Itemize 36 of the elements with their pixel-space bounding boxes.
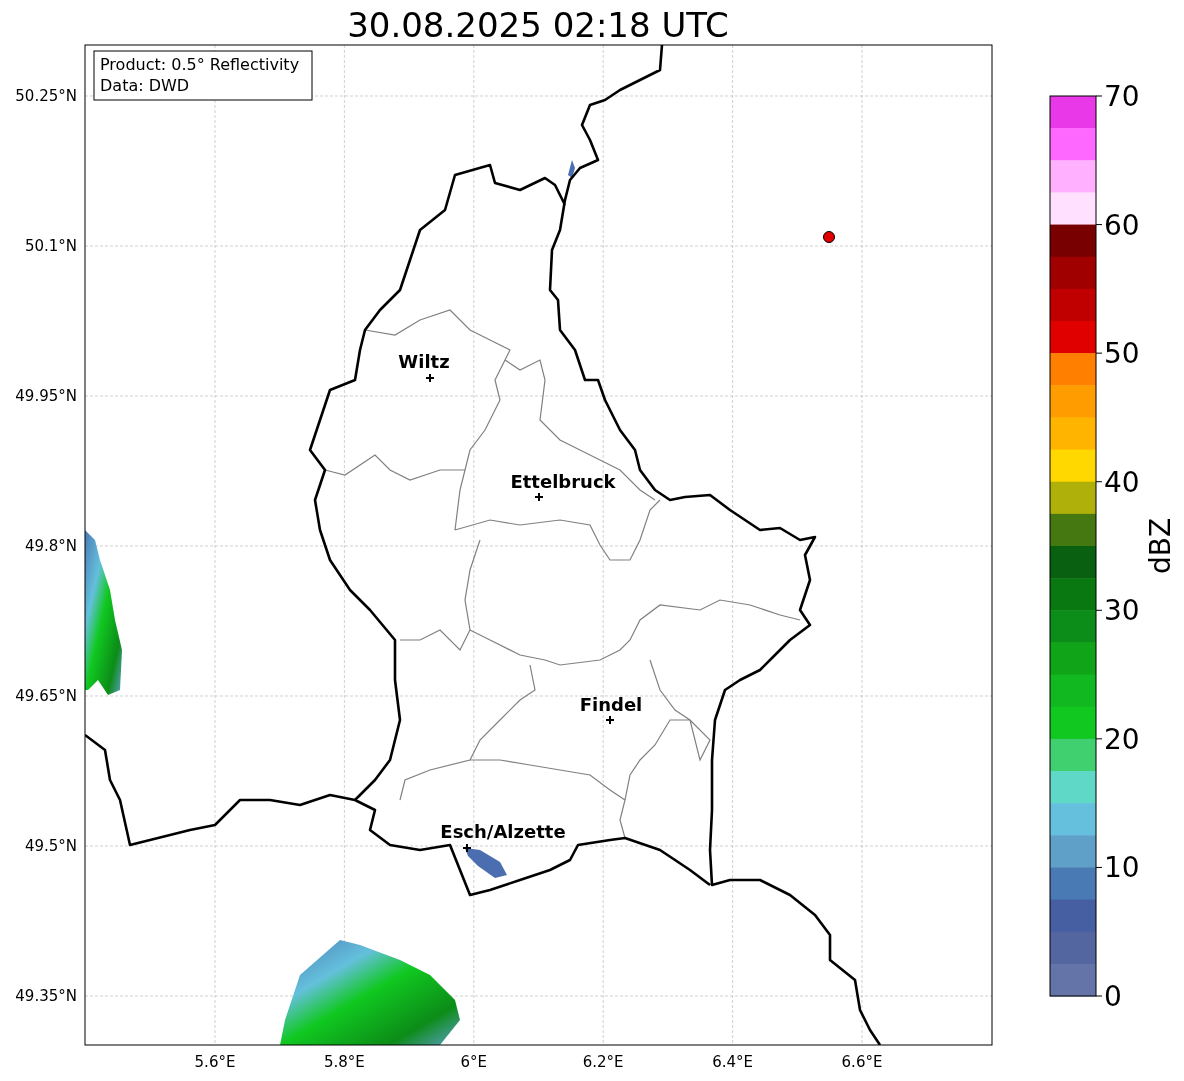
- latitude-label: 50.25°N: [15, 87, 77, 105]
- city-marker-icon: [425, 373, 435, 383]
- city-label: Esch/Alzette: [440, 821, 566, 842]
- colorbar-tick-label: 60: [1104, 208, 1140, 242]
- city-label: Findel: [579, 694, 643, 715]
- colorbar-tick-label: 20: [1104, 722, 1140, 756]
- colorbar-tick-label: 70: [1104, 80, 1140, 113]
- longitude-label: 6.4°E: [712, 1053, 753, 1071]
- longitude-label: 6.6°E: [841, 1053, 883, 1071]
- colorbar-tick-label: 10: [1104, 851, 1140, 885]
- latitude-label: 49.35°N: [15, 987, 77, 1005]
- info-text: Product: 0.5° Reflectivity: [100, 55, 300, 74]
- latitude-label: 49.65°N: [15, 687, 77, 705]
- latitude-label: 49.5°N: [24, 837, 77, 855]
- latitude-label: 49.8°N: [24, 537, 77, 555]
- city-marker-icon: [534, 492, 544, 502]
- radar-echo-drawing: [465, 848, 507, 878]
- colorbar-tick-label: 0: [1104, 980, 1122, 1013]
- city-marker-icon: [462, 843, 472, 853]
- chart-title: 30.08.2025 02:18 UTC: [347, 5, 729, 45]
- colorbar-tick-label: 30: [1104, 594, 1140, 628]
- city-marker-icon: [605, 715, 615, 725]
- longitude-label: 6.2°E: [582, 1053, 624, 1071]
- info-text: Data: DWD: [100, 76, 190, 95]
- longitude-label: 5.6°E: [194, 1053, 236, 1071]
- latitude-label: 49.95°N: [15, 387, 77, 405]
- colorbar-label: dBZ: [1144, 517, 1177, 575]
- city-label: Wiltz: [398, 351, 450, 372]
- colorbar-tick-label: 40: [1104, 465, 1140, 499]
- radar-echo-drawing: [568, 160, 575, 178]
- longitude-label: 5.8°E: [324, 1053, 365, 1071]
- longitude-label: 6°E: [460, 1053, 488, 1071]
- city-label: Ettelbruck: [510, 471, 616, 492]
- colorbar-tick-label: 50: [1104, 337, 1140, 371]
- radar-site-marker: [823, 231, 835, 243]
- latitude-label: 50.1°N: [24, 237, 77, 255]
